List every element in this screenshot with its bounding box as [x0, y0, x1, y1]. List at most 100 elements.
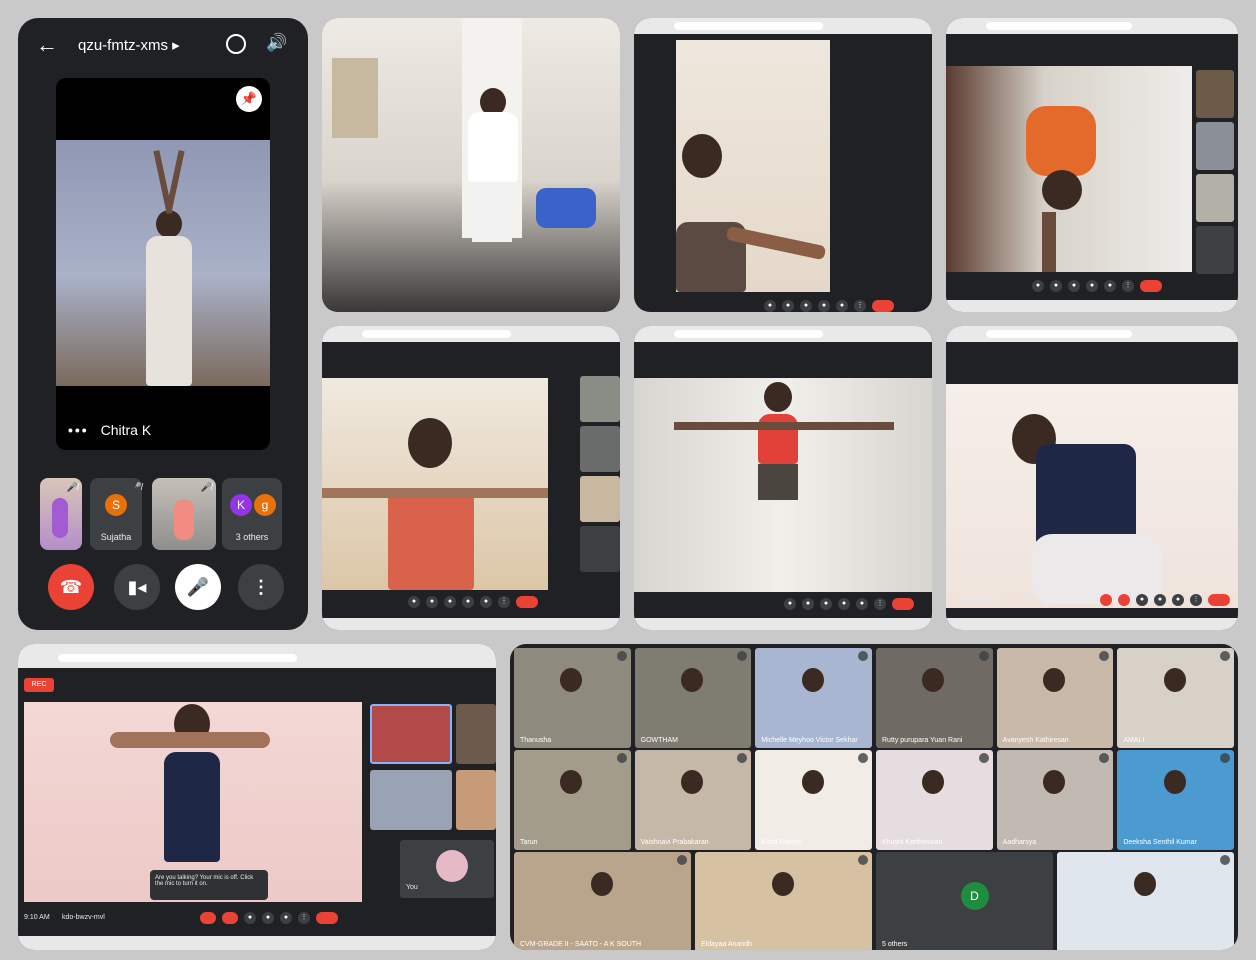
clock: 9:10 AM: [24, 914, 50, 921]
mic-icon[interactable]: ●: [784, 598, 796, 610]
meeting-code-label: kdo-bwzv-mvl: [62, 914, 105, 921]
captions-icon[interactable]: ●: [820, 598, 832, 610]
gallery-participant-name: Vaishnavi Prabakaran: [640, 839, 709, 846]
gallery-participant-tile[interactable]: CVM-GRADE II - SAATO - A K SOUTH: [514, 852, 691, 950]
screen-share-tile[interactable]: ● ● ● ● ● ⋮: [946, 18, 1238, 312]
mic-off-icon[interactable]: [200, 912, 216, 924]
screen-share-tile[interactable]: REC You Are you talking? Your mic is off…: [18, 644, 496, 950]
gallery-participant-tile[interactable]: Tarun: [514, 750, 631, 850]
back-arrow-icon[interactable]: ←: [36, 32, 58, 58]
more-icon[interactable]: ⋮: [298, 912, 310, 924]
gallery-participant-tile[interactable]: Vaishnavi Prabakaran: [634, 750, 752, 850]
side-participant[interactable]: [370, 770, 452, 830]
speaker-icon[interactable]: 🔊: [266, 33, 287, 53]
end-call-button[interactable]: ☎: [48, 564, 94, 610]
self-view-tile[interactable]: You: [400, 840, 494, 898]
captions-icon[interactable]: ●: [244, 912, 256, 924]
gallery-participant-tile[interactable]: Rutty purupara Yuan Rani: [876, 648, 993, 748]
camera-off-icon[interactable]: [1118, 594, 1130, 606]
hand-icon[interactable]: ●: [838, 598, 850, 610]
side-participant[interactable]: [1196, 70, 1234, 118]
captions-icon[interactable]: ●: [1068, 280, 1080, 292]
screen-share-tile[interactable]: ● ● ● ● ● ⋮: [634, 326, 932, 630]
more-icon[interactable]: ⋮: [1122, 280, 1134, 292]
side-participant[interactable]: [580, 476, 620, 522]
more-icon[interactable]: ⋮: [874, 598, 886, 610]
present-icon[interactable]: ●: [856, 598, 868, 610]
mic-icon[interactable]: ●: [764, 300, 776, 312]
mic-icon[interactable]: ●: [408, 596, 420, 608]
participant-video-tile[interactable]: [322, 18, 620, 312]
screen-share-tile[interactable]: ● ● ● ● ● ⋮: [322, 326, 620, 630]
gallery-participant-tile[interactable]: Michelle Meyhoo Victor Sekhar: [755, 648, 872, 748]
screen-share-tile[interactable]: ● ● ● ● ● ⋮: [634, 18, 932, 312]
mic-icon[interactable]: ●: [1032, 280, 1044, 292]
featured-participant-tile[interactable]: 📌 ••• Chitra K: [56, 78, 270, 450]
more-vert-icon: ⋮: [252, 577, 270, 597]
end-call-icon[interactable]: [892, 598, 914, 610]
captions-icon[interactable]: ●: [1136, 594, 1148, 606]
gallery-participant-tile[interactable]: Kirthi Rajesh: [755, 750, 872, 850]
side-participant[interactable]: [370, 704, 452, 764]
mic-off-icon[interactable]: [1100, 594, 1112, 606]
camera-icon[interactable]: ●: [782, 300, 794, 312]
present-icon[interactable]: ●: [1172, 594, 1184, 606]
camera-flip-icon[interactable]: [226, 34, 246, 54]
participant-thumb-video[interactable]: 🎤̸: [40, 478, 82, 550]
gallery-participant-name: Thanusha: [520, 737, 552, 744]
gallery-participant-tile[interactable]: Avanyesh Kathiresan: [996, 648, 1114, 748]
gallery-participant-tile[interactable]: Khushi Kartheswari: [876, 750, 993, 850]
pin-icon[interactable]: 📌: [236, 86, 262, 112]
end-call-icon[interactable]: [516, 596, 538, 608]
side-participant[interactable]: [1196, 226, 1234, 274]
side-participant[interactable]: [1196, 122, 1234, 170]
gallery-participant-tile[interactable]: AMALI: [1117, 648, 1234, 748]
captions-icon[interactable]: ●: [444, 596, 456, 608]
gallery-participant-tile[interactable]: [1057, 852, 1234, 950]
gallery-participant-tile[interactable]: D 5 others: [876, 852, 1053, 950]
meet-control-bar: ● ● ● ⋮: [1100, 592, 1230, 608]
end-call-icon[interactable]: [1208, 594, 1230, 606]
more-options-button[interactable]: ⋮: [238, 564, 284, 610]
end-call-icon[interactable]: [316, 912, 338, 924]
camera-icon[interactable]: ●: [1050, 280, 1062, 292]
side-participant[interactable]: [580, 426, 620, 472]
side-participant[interactable]: [456, 770, 496, 830]
participant-thumb-others[interactable]: K g 3 others: [222, 478, 282, 550]
more-icon[interactable]: ⋮: [498, 596, 510, 608]
hand-icon[interactable]: ●: [262, 912, 274, 924]
side-participant[interactable]: [456, 704, 496, 764]
more-icon[interactable]: ⋮: [854, 300, 866, 312]
camera-off-icon[interactable]: [222, 912, 238, 924]
hand-icon[interactable]: ●: [1086, 280, 1098, 292]
screen-share-tile[interactable]: kdo-bwzv-mvl ● ● ● ⋮: [946, 326, 1238, 630]
meeting-code[interactable]: qzu-fmtz-xms ▸: [78, 36, 180, 54]
mic-off-icon: [1099, 753, 1110, 763]
hand-icon[interactable]: ●: [818, 300, 830, 312]
gallery-participant-tile[interactable]: Deeksha Senthil Kumar: [1117, 750, 1234, 850]
gallery-participant-tile[interactable]: Eldayaa Anandh: [695, 852, 872, 950]
gallery-participant-tile[interactable]: Aadharsya: [996, 750, 1114, 850]
end-call-icon[interactable]: [872, 300, 894, 312]
mic-button[interactable]: 🎤: [175, 564, 221, 610]
present-icon[interactable]: ●: [280, 912, 292, 924]
captions-icon[interactable]: ●: [800, 300, 812, 312]
side-participant[interactable]: [1196, 174, 1234, 222]
end-call-icon[interactable]: [1140, 280, 1162, 292]
participant-thumb-video[interactable]: 🎤̸: [152, 478, 216, 550]
camera-icon[interactable]: ●: [426, 596, 438, 608]
mic-off-icon: [1220, 855, 1230, 865]
present-icon[interactable]: ●: [836, 300, 848, 312]
side-participant[interactable]: [580, 526, 620, 572]
gallery-participant-tile[interactable]: Thanusha: [514, 648, 631, 748]
camera-button[interactable]: ▮◂: [114, 564, 160, 610]
camera-icon[interactable]: ●: [802, 598, 814, 610]
more-options-icon[interactable]: •••: [68, 422, 89, 438]
present-icon[interactable]: ●: [1104, 280, 1116, 292]
gallery-participant-tile[interactable]: GOWTHAM: [634, 648, 752, 748]
side-participant[interactable]: [580, 376, 620, 422]
hand-icon[interactable]: ●: [462, 596, 474, 608]
present-icon[interactable]: ●: [480, 596, 492, 608]
hand-icon[interactable]: ●: [1154, 594, 1166, 606]
more-icon[interactable]: ⋮: [1190, 594, 1202, 606]
